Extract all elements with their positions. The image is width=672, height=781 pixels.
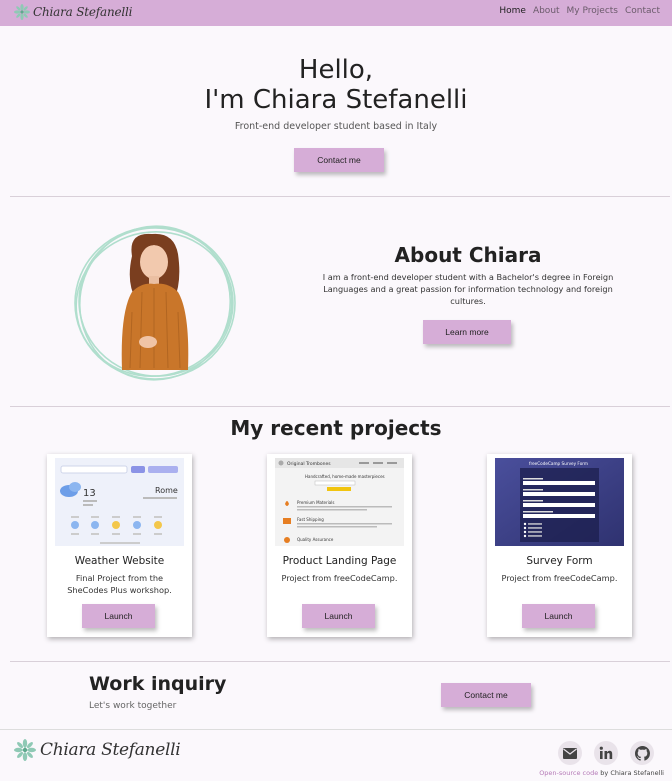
project-title: Product Landing Page: [282, 555, 397, 567]
footer-credit: Open-source code by Chiara Stefanelli: [539, 769, 664, 777]
project-title: Survey Form: [526, 555, 593, 567]
footer-brand-name: Chiara Stefanelli: [40, 740, 181, 760]
project-card-landing: Original Trombones Handcrafted, home-mad…: [267, 454, 412, 637]
credit-text: by Chiara Stefanelli: [598, 769, 664, 777]
landing-thumb-feature: Premium Materials: [297, 500, 334, 505]
survey-thumb-title: freeCodeCamp Survey Form: [529, 461, 588, 466]
about-title: About Chiara: [394, 243, 542, 267]
weather-thumb-city: Rome: [155, 486, 178, 495]
open-source-link[interactable]: Open-source code: [539, 769, 598, 777]
landing-screenshot: Original Trombones Handcrafted, home-mad…: [275, 458, 404, 546]
nav-link-contact[interactable]: Contact: [625, 6, 660, 16]
sketch-circle-icon: [74, 225, 236, 381]
nav-link-about[interactable]: About: [533, 6, 560, 16]
work-contact-button[interactable]: Contact me: [441, 683, 531, 707]
weather-screenshot: 13 Rome: [55, 458, 184, 546]
navbar: Chiara Stefanelli Home About My Projects…: [0, 0, 672, 26]
work-subtitle: Let's work together: [89, 701, 177, 711]
footer: Chiara Stefanelli Open-source code by Ch…: [0, 729, 672, 781]
divider: [10, 406, 670, 407]
work-title: Work inquiry: [89, 673, 227, 695]
launch-button[interactable]: Launch: [522, 604, 595, 628]
divider: [10, 661, 670, 662]
hero-contact-button[interactable]: Contact me: [294, 148, 384, 172]
brand-name: Chiara Stefanelli: [33, 5, 133, 19]
project-card-survey: freeCodeCamp Survey Form Survey Form Pro…: [487, 454, 632, 637]
survey-screenshot: freeCodeCamp Survey Form: [495, 458, 624, 546]
profile-photo: [70, 222, 240, 384]
project-description: Project from freeCodeCamp.: [281, 573, 398, 583]
project-card-weather: 13 Rome Weather Website Final Project fr…: [47, 454, 192, 637]
landing-thumb-brand: Original Trombones: [287, 461, 331, 467]
brand-logo[interactable]: Chiara Stefanelli: [14, 4, 132, 20]
hero-name: I'm Chiara Stefanelli: [204, 85, 468, 115]
flower-icon: [14, 739, 36, 761]
nav-link-projects[interactable]: My Projects: [567, 6, 618, 16]
learn-more-button[interactable]: Learn more: [423, 320, 511, 344]
envelope-icon[interactable]: [558, 741, 582, 765]
github-icon[interactable]: [630, 741, 654, 765]
weather-thumb-temp: 13: [83, 488, 96, 499]
nav-link-home[interactable]: Home: [499, 6, 526, 16]
project-title: Weather Website: [74, 555, 165, 567]
launch-button[interactable]: Launch: [302, 604, 375, 628]
landing-thumb-feature: Fast Shipping: [297, 517, 324, 522]
hero-subtitle: Front-end developer student based in Ita…: [234, 121, 438, 132]
divider: [10, 196, 670, 197]
nav-links: Home About My Projects Contact: [499, 6, 660, 16]
project-description: Final Project from the SheCodes Plus wor…: [67, 573, 172, 595]
landing-thumb-feature: Quality Assurance: [297, 537, 334, 542]
footer-logo[interactable]: Chiara Stefanelli: [14, 739, 181, 761]
about-text: I am a front-end developer student with …: [322, 272, 614, 306]
landing-thumb-headline: Handcrafted, home-made masterpieces: [305, 474, 385, 479]
project-description: Project from freeCodeCamp.: [501, 573, 618, 583]
launch-button[interactable]: Launch: [82, 604, 155, 628]
hero-greeting: Hello,: [298, 55, 374, 85]
projects-title: My recent projects: [230, 416, 442, 440]
linkedin-icon[interactable]: [594, 741, 618, 765]
flower-icon: [14, 4, 30, 20]
